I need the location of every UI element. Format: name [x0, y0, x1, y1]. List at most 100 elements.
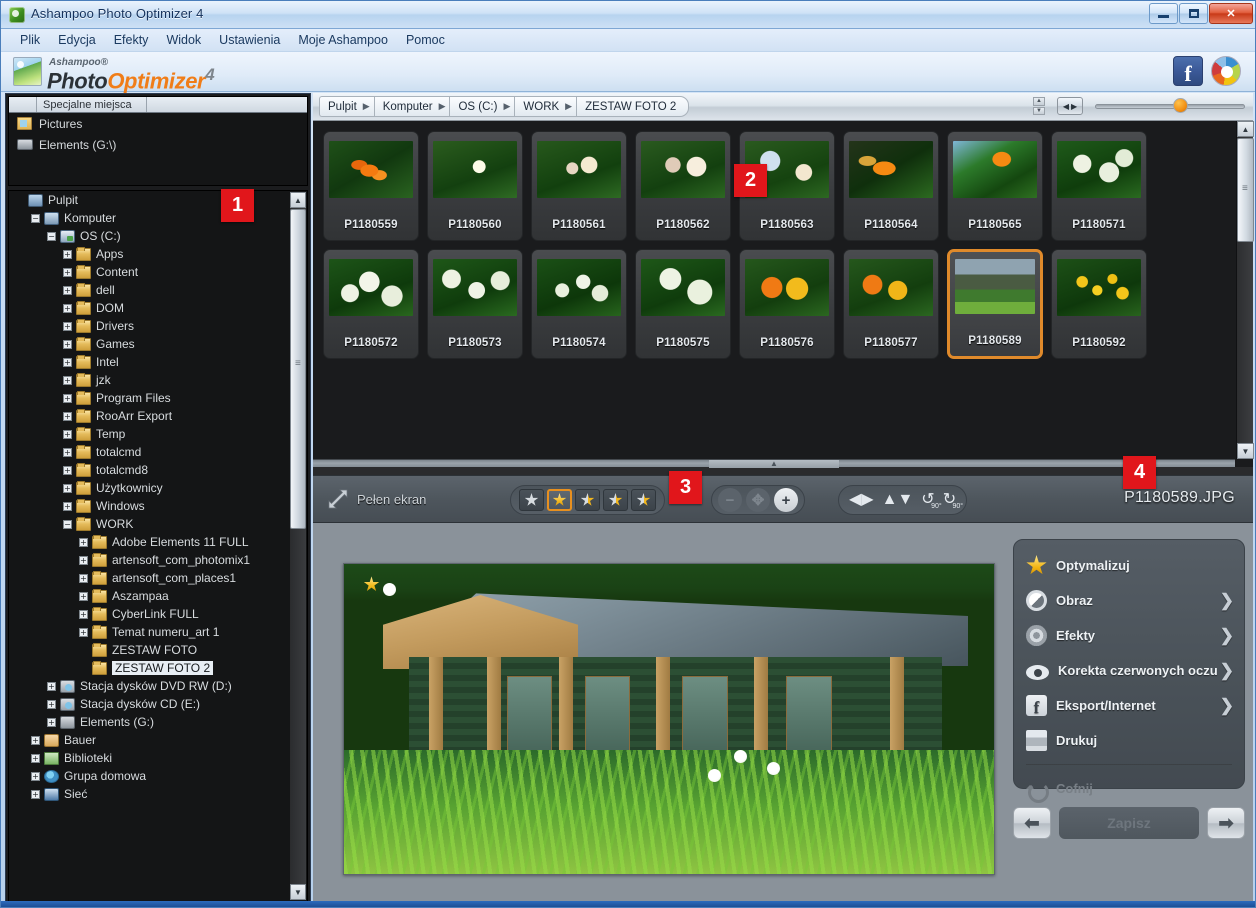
tree-node[interactable]: +Intel	[9, 353, 290, 371]
thumbnail-scroll-thumb[interactable]	[1237, 138, 1254, 242]
expand-icon[interactable]: +	[63, 484, 72, 493]
rating-stars-group[interactable]	[510, 485, 665, 515]
expand-icon[interactable]: +	[63, 250, 72, 259]
thumbnail-item[interactable]: P1180574	[531, 249, 627, 359]
collapse-icon[interactable]: −	[63, 520, 72, 529]
thumbnail-item[interactable]: P1180564	[843, 131, 939, 241]
tree-node[interactable]: +Windows	[9, 497, 290, 515]
picasa-icon[interactable]	[1211, 56, 1241, 86]
expand-icon[interactable]: +	[63, 412, 72, 421]
expand-icon[interactable]: +	[63, 466, 72, 475]
tree-node[interactable]: +Temat numeru_art 1	[9, 623, 290, 641]
tree-node[interactable]: +Program Files	[9, 389, 290, 407]
tree-node[interactable]: +DOM	[9, 299, 290, 317]
menu-item-widok[interactable]: Widok	[157, 31, 210, 49]
breadcrumb-item[interactable]: Komputer▶	[374, 96, 450, 117]
thumbnail-item[interactable]: P1180573	[427, 249, 523, 359]
save-button[interactable]: Zapisz	[1059, 807, 1199, 839]
thumbnail-vertical-scrollbar[interactable]: ▲ ▼	[1236, 121, 1253, 459]
spinner-down-icon[interactable]: ▼	[1033, 107, 1045, 116]
place-item[interactable]: Elements (G:\)	[9, 134, 307, 155]
expand-icon[interactable]: +	[63, 376, 72, 385]
thumbnail-item[interactable]: P1180577	[843, 249, 939, 359]
tree-node[interactable]: +jzk	[9, 371, 290, 389]
tree-node[interactable]: +Użytkownicy	[9, 479, 290, 497]
tree-node[interactable]: +Bauer	[9, 731, 290, 749]
tree-node[interactable]: +Elements (G:)	[9, 713, 290, 731]
thumbnail-item[interactable]: P1180559	[323, 131, 419, 241]
zoom-out-button[interactable]: −	[718, 488, 742, 512]
expand-icon[interactable]: +	[31, 736, 40, 745]
expand-icon[interactable]: +	[31, 790, 40, 799]
sort-spinner[interactable]: ▲ ▼	[1033, 97, 1045, 115]
thumbnail-item[interactable]: P1180565	[947, 131, 1043, 241]
tree-node[interactable]: +CyberLink FULL	[9, 605, 290, 623]
expand-icon[interactable]: +	[79, 574, 88, 583]
tree-node[interactable]: +Stacja dysków DVD RW (D:)	[9, 677, 290, 695]
tree-node[interactable]: +totalcmd8	[9, 461, 290, 479]
place-item[interactable]: Pictures	[9, 113, 307, 134]
rotate-left-icon[interactable]: ↺90°	[921, 492, 934, 508]
breadcrumb-item[interactable]: WORK▶	[514, 96, 576, 117]
expand-icon[interactable]: +	[79, 556, 88, 565]
tree-node[interactable]: +Apps	[9, 245, 290, 263]
thumbnail-item[interactable]: P1180572	[323, 249, 419, 359]
folder-tree[interactable]: Pulpit−Komputer−OS (C:)+Apps+Content+del…	[9, 191, 290, 901]
action-item-drukuj[interactable]: Drukuj	[1014, 723, 1244, 758]
expand-icon[interactable]: +	[63, 430, 72, 439]
rating-star-2-button[interactable]	[547, 489, 572, 511]
expand-icon[interactable]: +	[63, 304, 72, 313]
spinner-up-icon[interactable]: ▲	[1033, 97, 1045, 106]
expand-icon[interactable]: +	[63, 340, 72, 349]
expand-icon[interactable]: +	[63, 358, 72, 367]
action-item-korekta-czerwonych-oczu[interactable]: Korekta czerwonych oczu❯	[1014, 653, 1244, 688]
action-item-eksport-internet[interactable]: fEksport/Internet❯	[1014, 688, 1244, 723]
thumbnail-scroll-up-button[interactable]: ▲	[1237, 121, 1254, 137]
zoom-in-button[interactable]: +	[774, 488, 798, 512]
expand-icon[interactable]: +	[63, 448, 72, 457]
expand-icon[interactable]: +	[79, 628, 88, 637]
tree-node[interactable]: +Games	[9, 335, 290, 353]
menu-item-plik[interactable]: Plik	[11, 31, 49, 49]
thumbnail-item[interactable]: P1180592	[1051, 249, 1147, 359]
rating-star-3-button[interactable]	[575, 489, 600, 511]
collapse-icon[interactable]: −	[47, 232, 56, 241]
tree-node[interactable]: +Stacja dysków CD (E:)	[9, 695, 290, 713]
action-item-undo[interactable]: Cofnij	[1014, 771, 1244, 806]
menu-item-pomoc[interactable]: Pomoc	[397, 31, 454, 49]
expand-icon[interactable]: +	[63, 322, 72, 331]
tree-node[interactable]: +dell	[9, 281, 290, 299]
slider-knob[interactable]	[1173, 98, 1188, 113]
tree-node[interactable]: −WORK	[9, 515, 290, 533]
zoom-fit-button[interactable]: ✥	[746, 488, 770, 512]
expand-icon[interactable]: +	[79, 610, 88, 619]
previous-image-button[interactable]: ⬅	[1013, 807, 1051, 839]
menu-item-ustawienia[interactable]: Ustawienia	[210, 31, 289, 49]
tree-node[interactable]: +totalcmd	[9, 443, 290, 461]
action-item-obraz[interactable]: Obraz❯	[1014, 583, 1244, 618]
splitter-grip-icon[interactable]: ▲	[709, 460, 839, 468]
expand-icon[interactable]: +	[63, 286, 72, 295]
flip-horizontal-icon[interactable]: ◀▶	[849, 492, 874, 508]
tree-node[interactable]: +Biblioteki	[9, 749, 290, 767]
breadcrumb-item[interactable]: OS (C:)▶	[449, 96, 514, 117]
expand-icon[interactable]: +	[47, 718, 56, 727]
prev-next-toggle[interactable]: ◀▶	[1057, 97, 1083, 115]
close-button[interactable]: ✕	[1209, 3, 1253, 24]
rotate-right-icon[interactable]: ↻90°	[943, 492, 956, 508]
tree-node[interactable]: +artensoft_com_places1	[9, 569, 290, 587]
tree-scroll-down-button[interactable]: ▼	[290, 884, 306, 900]
facebook-icon[interactable]: f	[1173, 56, 1203, 86]
tree-node[interactable]: +Temp	[9, 425, 290, 443]
expand-icon[interactable]: +	[63, 268, 72, 277]
thumbnail-item[interactable]: P1180589	[947, 249, 1043, 359]
thumbnail-scroll-down-button[interactable]: ▼	[1237, 443, 1254, 459]
breadcrumb-item[interactable]: Pulpit▶	[319, 96, 374, 117]
thumbnail-item[interactable]: P1180562	[635, 131, 731, 241]
breadcrumb-item[interactable]: ZESTAW FOTO 2	[576, 96, 689, 117]
menu-item-moje-ashampoo[interactable]: Moje Ashampoo	[289, 31, 397, 49]
expand-icon[interactable]: +	[47, 682, 56, 691]
menu-item-efekty[interactable]: Efekty	[105, 31, 158, 49]
tree-node[interactable]: +Sieć	[9, 785, 290, 803]
tree-node[interactable]: +Aszampaa	[9, 587, 290, 605]
